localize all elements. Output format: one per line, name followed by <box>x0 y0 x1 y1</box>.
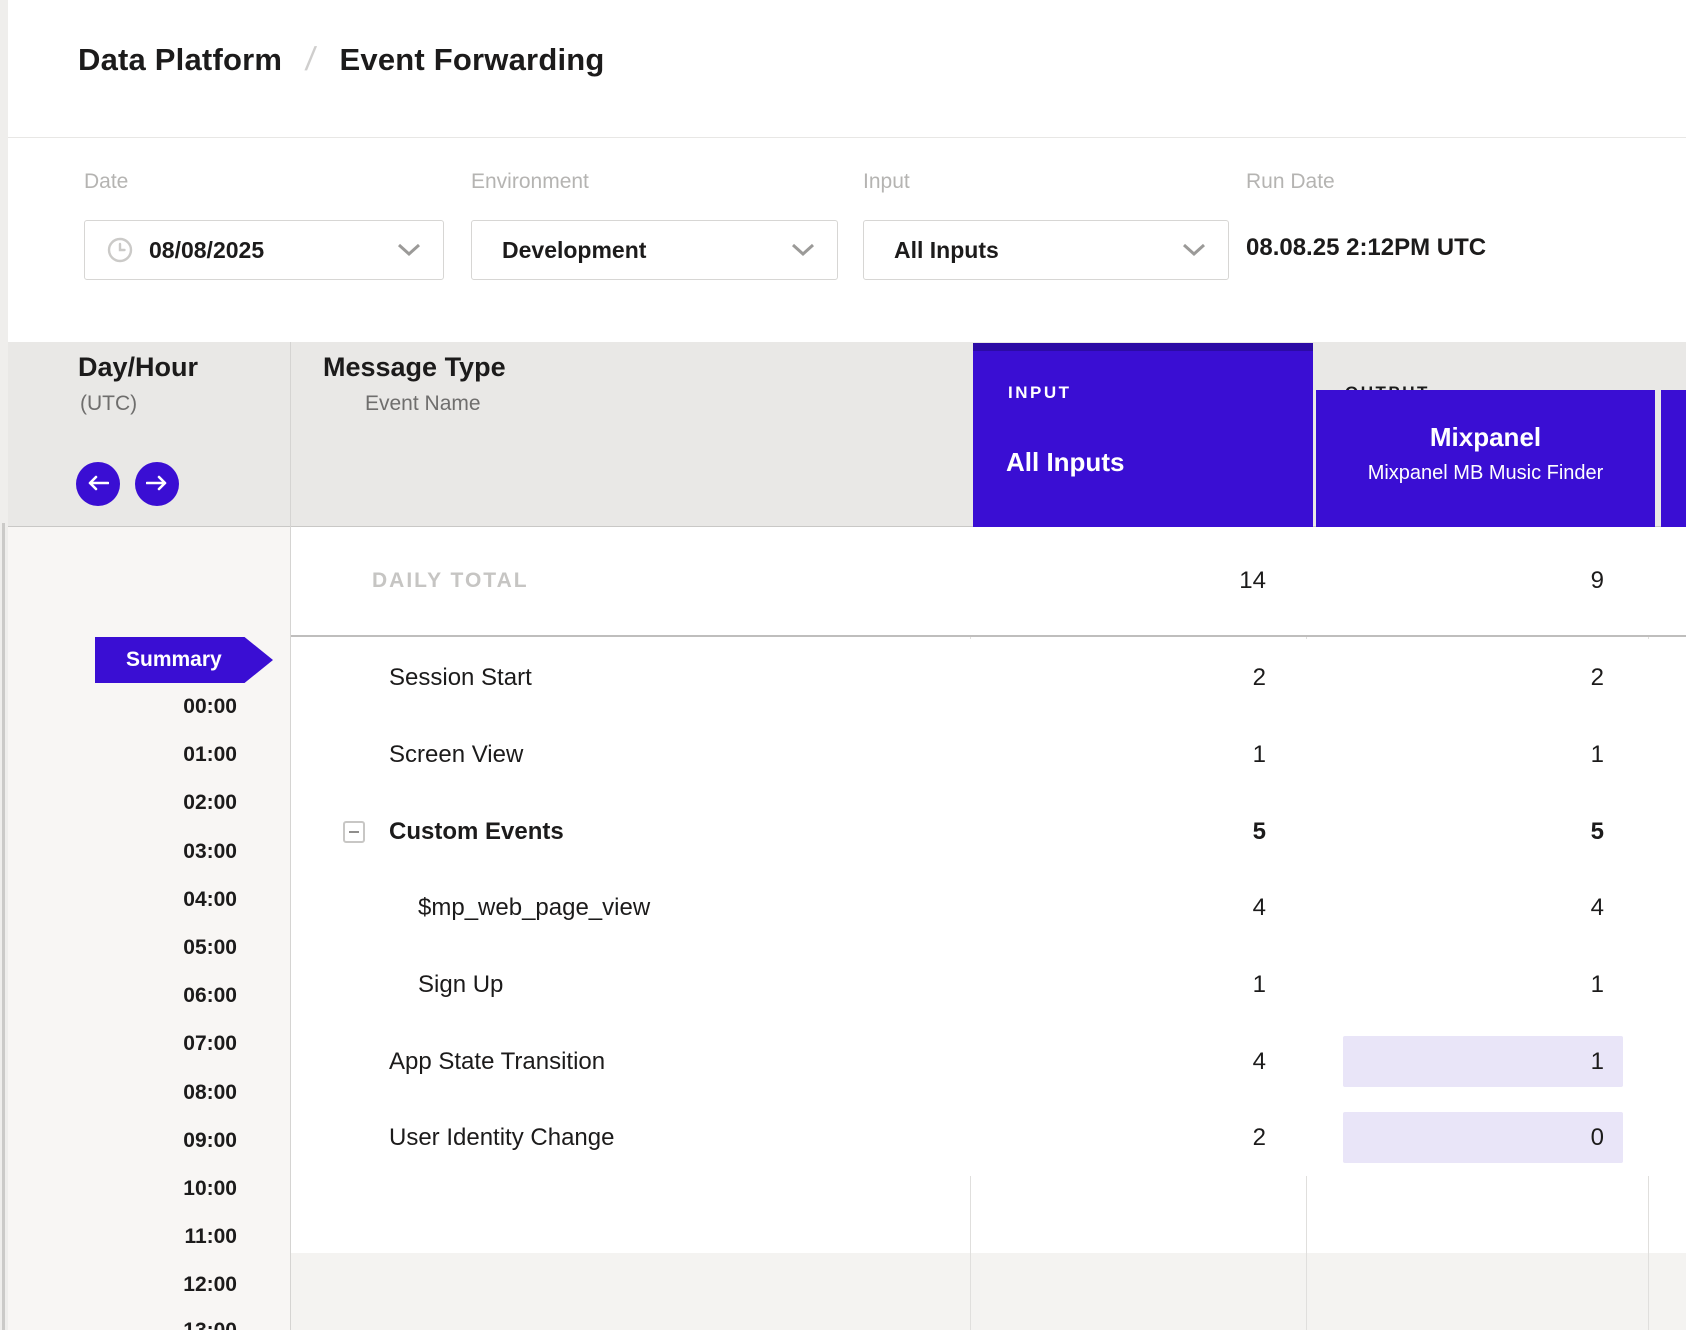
row-input-value: 4 <box>1253 1048 1266 1076</box>
output-highlight-cell <box>1343 1036 1623 1087</box>
minus-icon <box>349 831 359 833</box>
daily-total-row: DAILY TOTAL 14 9 <box>291 527 1686 637</box>
next-day-button[interactable] <box>135 462 179 506</box>
table-footer-area <box>291 1253 1686 1330</box>
output-column-subtitle: Mixpanel MB Music Finder <box>1316 462 1655 485</box>
daily-total-label: DAILY TOTAL <box>372 569 529 593</box>
row-label: Custom Events <box>389 818 564 846</box>
row-input-value: 4 <box>1253 894 1266 922</box>
sidebar-hour-07[interactable]: 07:00 <box>0 1032 237 1056</box>
day-hour-subtitle: (UTC) <box>80 392 137 416</box>
row-output-value: 1 <box>1591 971 1604 999</box>
sidebar-item-summary[interactable]: Summary <box>95 637 273 683</box>
table-row-user-identity-change: User Identity Change 2 0 <box>291 1099 1686 1176</box>
row-label: $mp_web_page_view <box>418 894 650 922</box>
row-output-value: 0 <box>1591 1124 1604 1152</box>
date-value: 08/08/2025 <box>149 237 264 264</box>
output-highlight-cell <box>1343 1112 1623 1163</box>
input-column-name: All Inputs <box>1006 447 1124 478</box>
vertical-scrollbar[interactable] <box>2 523 5 1330</box>
input-value: All Inputs <box>894 237 999 264</box>
clock-icon <box>107 237 133 263</box>
chevron-down-icon <box>1182 243 1206 257</box>
previous-day-button[interactable] <box>76 462 120 506</box>
table-row-session-start: Session Start 2 2 <box>291 639 1686 716</box>
breadcrumb-separator: / <box>303 40 318 78</box>
input-group-label: INPUT <box>1008 383 1072 403</box>
event-name-subtitle: Event Name <box>365 392 481 416</box>
arrow-right-icon <box>146 475 168 494</box>
table-row-mp-web-page-view: $mp_web_page_view 4 4 <box>291 869 1686 946</box>
table-row-screen-view: Screen View 1 1 <box>291 716 1686 793</box>
run-date-value: 08.08.25 2:12PM UTC <box>1246 234 1486 262</box>
daily-total-output-value: 9 <box>1591 567 1604 595</box>
event-rows: Session Start 2 2 Screen View 1 1 Custom… <box>291 639 1686 1176</box>
row-output-value: 2 <box>1591 664 1604 692</box>
row-input-value: 2 <box>1253 664 1266 692</box>
chevron-down-icon <box>397 243 421 257</box>
input-column-header[interactable]: INPUT All Inputs <box>973 343 1313 527</box>
run-date-label: Run Date <box>1246 170 1335 194</box>
sidebar-hour-01[interactable]: 01:00 <box>0 743 237 767</box>
sidebar-hour-12[interactable]: 12:00 <box>0 1273 237 1297</box>
row-output-value: 1 <box>1591 741 1604 769</box>
sidebar-hour-05[interactable]: 05:00 <box>0 936 237 960</box>
summary-label: Summary <box>126 648 222 672</box>
row-input-value: 1 <box>1253 971 1266 999</box>
row-input-value: 2 <box>1253 1124 1266 1152</box>
row-label: App State Transition <box>389 1048 605 1076</box>
table-row-app-state-transition: App State Transition 4 1 <box>291 1023 1686 1100</box>
environment-label: Environment <box>471 170 589 194</box>
message-type-header: Message Type <box>323 352 506 383</box>
arrow-left-icon <box>87 475 109 494</box>
filter-bar: Date Environment Input Run Date 08/08/20… <box>8 138 1686 342</box>
row-label: Session Start <box>389 664 532 692</box>
row-output-value: 4 <box>1591 894 1604 922</box>
daily-total-input-value: 14 <box>1239 567 1266 595</box>
input-label: Input <box>863 170 910 194</box>
table-header: Day/Hour (UTC) Message Type Event Name I… <box>8 342 1686 527</box>
row-output-value: 5 <box>1591 818 1604 846</box>
sidebar-hour-02[interactable]: 02:00 <box>0 791 237 815</box>
sidebar-hour-10[interactable]: 10:00 <box>0 1177 237 1201</box>
environment-value: Development <box>502 237 646 264</box>
day-hour-header: Day/Hour <box>78 352 198 383</box>
table-row-sign-up: Sign Up 1 1 <box>291 946 1686 1023</box>
sidebar-hour-11[interactable]: 11:00 <box>0 1225 237 1249</box>
sidebar-hour-00[interactable]: 00:00 <box>0 695 237 719</box>
sidebar-hour-09[interactable]: 09:00 <box>0 1129 237 1153</box>
page-title: Event Forwarding <box>340 42 605 78</box>
event-forwarding-page: Data Platform / Event Forwarding Date En… <box>0 0 1686 1330</box>
next-output-column-partial[interactable] <box>1661 390 1686 527</box>
row-output-value: 1 <box>1591 1048 1604 1076</box>
table-row-custom-events: Custom Events 5 5 <box>291 793 1686 870</box>
row-input-value: 5 <box>1253 818 1266 846</box>
collapse-toggle[interactable] <box>343 821 365 843</box>
sidebar-hour-03[interactable]: 03:00 <box>0 840 237 864</box>
row-label: Screen View <box>389 741 523 769</box>
breadcrumb: Data Platform / Event Forwarding <box>78 40 605 78</box>
output-column-header-mixpanel[interactable]: Mixpanel Mixpanel MB Music Finder <box>1316 390 1655 527</box>
row-input-value: 1 <box>1253 741 1266 769</box>
sidebar-hour-08[interactable]: 08:00 <box>0 1081 237 1105</box>
output-column-name: Mixpanel <box>1316 422 1655 453</box>
sidebar-hour-13[interactable]: 13:00 <box>0 1319 237 1330</box>
sidebar-hour-04[interactable]: 04:00 <box>0 888 237 912</box>
chevron-down-icon <box>791 243 815 257</box>
top-bar: Data Platform / Event Forwarding <box>8 0 1686 138</box>
input-select[interactable]: All Inputs <box>863 220 1229 280</box>
breadcrumb-data-platform[interactable]: Data Platform <box>78 42 282 78</box>
date-select[interactable]: 08/08/2025 <box>84 220 444 280</box>
row-label: Sign Up <box>418 971 503 999</box>
row-label: User Identity Change <box>389 1124 614 1152</box>
sidebar-hour-06[interactable]: 06:00 <box>0 984 237 1008</box>
date-label: Date <box>84 170 128 194</box>
environment-select[interactable]: Development <box>471 220 838 280</box>
